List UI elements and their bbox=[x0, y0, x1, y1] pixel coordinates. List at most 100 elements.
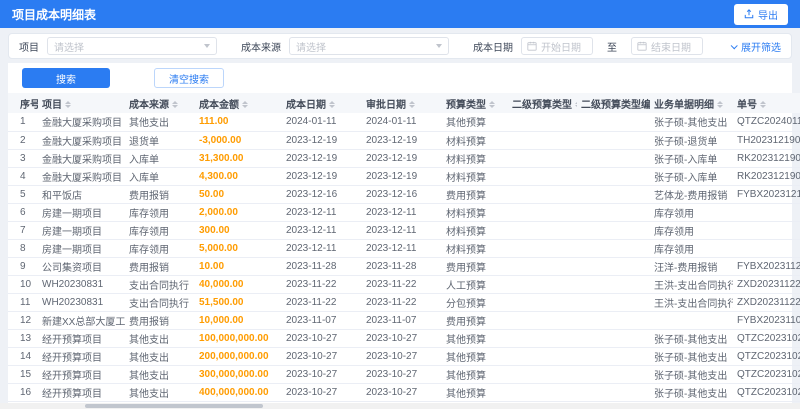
expand-filter-label: 展开筛选 bbox=[741, 42, 781, 54]
table-cell: 2 bbox=[8, 131, 38, 150]
table-cell: 其他支出 bbox=[125, 347, 195, 366]
export-label: 导出 bbox=[758, 10, 778, 22]
column-header-6[interactable]: 预算类型 bbox=[442, 93, 508, 113]
table-cell: 王洪-支出合同执行 bbox=[650, 293, 733, 312]
column-header-3[interactable]: 成本金额 bbox=[195, 93, 282, 113]
expand-filter-link[interactable]: 展开筛选 bbox=[730, 39, 781, 54]
table-row[interactable]: 11 WH20230831 支出合同执行 51,500.00 2023-11-22 202… bbox=[8, 293, 800, 312]
table-cell bbox=[733, 239, 800, 258]
sort-icon[interactable] bbox=[409, 101, 415, 109]
end-date-input[interactable]: 结束日期 bbox=[631, 37, 703, 55]
table-cell bbox=[577, 383, 650, 402]
sort-icon[interactable] bbox=[575, 101, 577, 109]
table-cell: 2023-10-27 bbox=[362, 329, 442, 348]
table-row[interactable]: 4 金融大厦采购项目 入库单 4,300.00 2023-12-19 2023-12-19… bbox=[8, 167, 800, 186]
table-cell bbox=[508, 293, 577, 312]
table-cell: 分包预算 bbox=[442, 293, 508, 312]
table-cell: QTZC20231027002 bbox=[733, 383, 800, 402]
column-header-0[interactable]: 序号 bbox=[8, 93, 38, 113]
calendar-icon bbox=[637, 41, 647, 51]
column-label: 单号 bbox=[737, 99, 757, 111]
column-header-9[interactable]: 业务单据明细 bbox=[650, 93, 733, 113]
table-cell bbox=[577, 257, 650, 276]
table-cell: 2024-01-11 bbox=[282, 113, 362, 132]
column-header-7[interactable]: 二级预算类型 bbox=[508, 93, 577, 113]
table-cell: 2023-12-16 bbox=[282, 185, 362, 204]
table-row[interactable]: 15 经开预算项目 其他支出 300,000,000.00 2023-10-27 2023… bbox=[8, 365, 800, 384]
table-cell: RK20231219002 bbox=[733, 167, 800, 186]
table-row[interactable]: 10 WH20230831 支出合同执行 40,000.00 2023-11-22 202… bbox=[8, 275, 800, 294]
chevron-down-icon bbox=[730, 41, 738, 49]
table-cell: 2023-11-07 bbox=[362, 311, 442, 330]
table-cell: 材料预算 bbox=[442, 203, 508, 222]
table-cell: 2023-11-22 bbox=[362, 275, 442, 294]
table-cell: 支出合同执行 bbox=[125, 275, 195, 294]
sort-icon[interactable] bbox=[65, 101, 71, 109]
column-header-10[interactable]: 单号 bbox=[733, 93, 800, 113]
table-row[interactable]: 12新建XX总部大厦工程二期费用报销10,000.002023-11-07202… bbox=[8, 311, 800, 330]
column-header-5[interactable]: 审批日期 bbox=[362, 93, 442, 113]
table-cell: 400,000,000.00 bbox=[195, 383, 282, 402]
table-cell: 张子硕-其他支出 bbox=[650, 383, 733, 402]
table-row[interactable]: 14 经开预算项目 其他支出 200,000,000.00 2023-10-27 2023… bbox=[8, 347, 800, 366]
table-cell: 2023-11-22 bbox=[362, 293, 442, 312]
table-cell: 库存领用 bbox=[125, 221, 195, 240]
table-row[interactable]: 5 和平饭店 费用报销 50.00 2023-12-16 2023-12-16 费用预算 艺体… bbox=[8, 185, 800, 204]
sort-icon[interactable] bbox=[329, 101, 335, 109]
search-button[interactable]: 搜索 bbox=[22, 68, 110, 88]
table-cell bbox=[508, 311, 577, 330]
column-header-1[interactable]: 项目 bbox=[38, 93, 125, 113]
table-cell: 7 bbox=[8, 221, 38, 240]
column-header-2[interactable]: 成本来源 bbox=[125, 93, 195, 113]
table-row[interactable]: 2 金融大厦采购项目 退货单 -3,000.00 2023-12-19 2023-12-1… bbox=[8, 131, 800, 150]
table-cell: 2023-11-07 bbox=[282, 311, 362, 330]
table-cell: 费用报销 bbox=[125, 311, 195, 330]
table-cell bbox=[733, 203, 800, 222]
table-cell: 5 bbox=[8, 185, 38, 204]
start-date-input[interactable]: 开始日期 bbox=[521, 37, 593, 55]
table-row[interactable]: 6 房建一期项目 库存领用 2,000.00 2023-12-11 2023-12-11 材… bbox=[8, 203, 800, 222]
table-cell: QTZC20231027002 bbox=[733, 365, 800, 384]
table-cell: 张子硕-退货单 bbox=[650, 131, 733, 150]
sort-icon[interactable] bbox=[489, 101, 495, 109]
cost-table: 序号项目 成本来源 成本金额 成本日期 审批日期 预算类型 二级预算类型二级预算类型编码业务… bbox=[8, 93, 800, 409]
horizontal-scrollbar-track[interactable] bbox=[0, 403, 800, 409]
table-cell: 2023-12-11 bbox=[282, 239, 362, 258]
table-row[interactable]: 8 房建一期项目 库存领用 5,000.00 2023-12-11 2023-12-11 材… bbox=[8, 239, 800, 258]
column-header-8[interactable]: 二级预算类型编码 bbox=[577, 93, 650, 113]
sort-icon[interactable] bbox=[172, 101, 178, 109]
table-cell: 其他支出 bbox=[125, 383, 195, 402]
calendar-icon bbox=[527, 41, 537, 51]
table-row[interactable]: 13 经开预算项目 其他支出 100,000,000.00 2023-10-27 2023… bbox=[8, 329, 800, 348]
column-header-4[interactable]: 成本日期 bbox=[282, 93, 362, 113]
table-row[interactable]: 3 金融大厦采购项目 入库单 31,300.00 2023-12-19 2023-12-1… bbox=[8, 149, 800, 168]
table-cell bbox=[577, 329, 650, 348]
table-row[interactable]: 9 公司集资项目 费用报销 10.00 2023-11-28 2023-11-28 费用预算… bbox=[8, 257, 800, 276]
table-cell: 其他预算 bbox=[442, 347, 508, 366]
sort-icon[interactable] bbox=[717, 101, 723, 109]
clear-search-button[interactable]: 清空搜索 bbox=[154, 68, 224, 88]
project-select[interactable]: 请选择 bbox=[47, 37, 217, 55]
table-cell: 14 bbox=[8, 347, 38, 366]
table-row[interactable]: 7 房建一期项目 库存领用 300.00 2023-12-11 2023-12-11 材料预… bbox=[8, 221, 800, 240]
export-button[interactable]: 导出 bbox=[734, 3, 788, 25]
sort-icon[interactable] bbox=[760, 101, 766, 109]
table-cell: 入库单 bbox=[125, 167, 195, 186]
table-cell: 经开预算项目 bbox=[38, 329, 125, 348]
table-cell bbox=[577, 167, 650, 186]
table-cell bbox=[508, 203, 577, 222]
sort-icon[interactable] bbox=[242, 101, 248, 109]
column-label: 成本来源 bbox=[129, 99, 169, 111]
table-cell bbox=[508, 167, 577, 186]
table-card: 搜索 清空搜索 序号 项目 成本来源 成本金额 成本日期 审批日期 预算类型 二级预算类型 二级… bbox=[8, 63, 800, 409]
table-cell: 材料预算 bbox=[442, 131, 508, 150]
table-cell: 费用预算 bbox=[442, 185, 508, 204]
table-row[interactable]: 1 金融大厦采购项目 其他支出 111.00 2024-01-11 2024-01-11 其… bbox=[8, 113, 800, 132]
project-filter-group: 项目 请选择 bbox=[19, 37, 217, 55]
cost-date-label: 成本日期 bbox=[473, 42, 513, 54]
horizontal-scrollbar-thumb[interactable] bbox=[85, 404, 263, 408]
table-cell bbox=[577, 311, 650, 330]
table-cell: 4,300.00 bbox=[195, 167, 282, 186]
cost-source-select[interactable]: 请选择 bbox=[289, 37, 449, 55]
table-row[interactable]: 16 经开预算项目 其他支出 400,000,000.00 2023-10-27 2023… bbox=[8, 383, 800, 402]
